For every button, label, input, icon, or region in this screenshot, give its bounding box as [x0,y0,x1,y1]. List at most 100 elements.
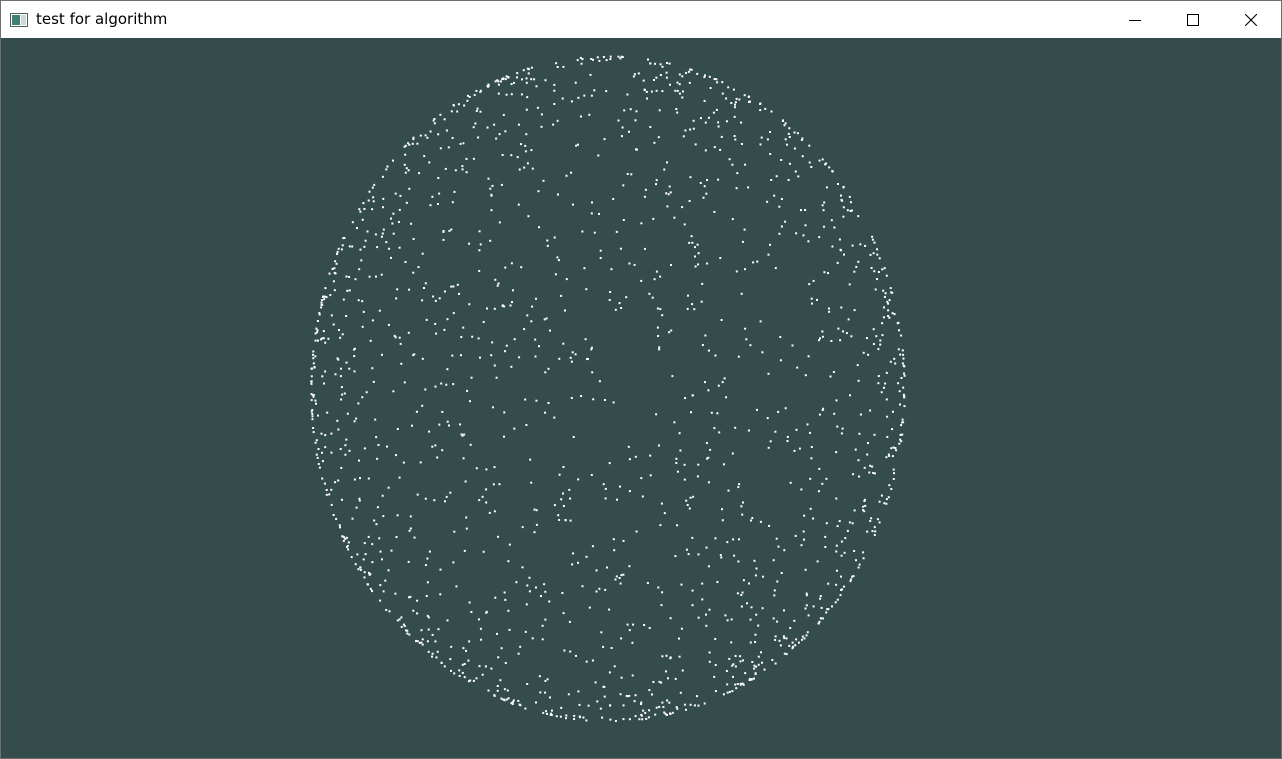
maximize-button[interactable] [1164,1,1222,38]
point [734,683,737,686]
point [846,209,849,212]
point [543,318,546,321]
point [676,470,679,473]
point [810,297,813,300]
point [812,517,815,520]
point [565,174,568,177]
point [540,595,542,598]
point [507,76,510,79]
point [494,278,497,281]
point [417,266,420,269]
point [622,704,625,707]
point [665,654,668,657]
point [691,589,694,592]
point [501,78,504,81]
point [381,494,384,497]
point [691,303,694,306]
point [835,544,838,547]
point [359,210,362,213]
point [337,247,340,250]
point [749,678,751,680]
point [645,90,648,93]
point [733,106,736,109]
point [501,154,504,156]
point [841,427,844,430]
point [694,265,697,268]
point [342,539,345,542]
close-button[interactable] [1222,1,1280,38]
point [843,551,846,554]
point [823,201,826,204]
point [387,569,390,572]
point [459,142,462,145]
point [769,153,772,155]
point [466,389,469,392]
point [500,183,503,186]
point [717,384,720,387]
point [683,703,686,706]
point [520,143,522,146]
point [696,475,699,478]
point [502,698,505,701]
title-bar[interactable]: test for algorithm [1,1,1281,38]
point [461,168,464,171]
point [704,334,707,337]
point [901,349,904,352]
point [377,444,380,446]
point [714,690,717,693]
point [878,500,881,503]
point [492,406,494,409]
point [541,624,544,627]
point [585,660,588,663]
point [320,306,323,309]
point [535,297,537,300]
point [504,78,507,81]
point [311,418,314,421]
point [737,560,740,563]
point [316,329,319,332]
point [312,353,314,356]
point [461,663,464,666]
point [683,223,686,226]
point [649,62,652,65]
render-canvas[interactable] [1,38,1281,758]
point [353,347,356,350]
point [392,232,395,235]
point [683,463,686,466]
point [420,629,423,632]
point [704,149,707,152]
point [586,358,588,361]
point [869,253,872,256]
point [748,582,750,585]
point [544,590,547,593]
point [750,519,752,522]
point [486,85,489,88]
point [480,638,483,641]
point [491,184,494,187]
point [465,527,468,530]
point [371,208,374,211]
point [612,401,615,404]
point [355,506,358,509]
point [669,83,671,86]
point [871,235,874,238]
point [816,298,818,301]
point [534,355,537,358]
minimize-button[interactable] [1106,1,1164,38]
point [730,618,733,621]
point [687,294,689,297]
point [521,566,524,569]
point [452,561,455,564]
point [628,490,631,493]
point [655,413,658,416]
point [312,395,315,398]
point [892,446,895,449]
point [511,703,514,705]
point [615,575,618,578]
point [697,263,699,266]
point [641,495,644,498]
point [635,530,638,533]
point [857,260,860,263]
point [633,700,636,703]
point [312,427,315,429]
